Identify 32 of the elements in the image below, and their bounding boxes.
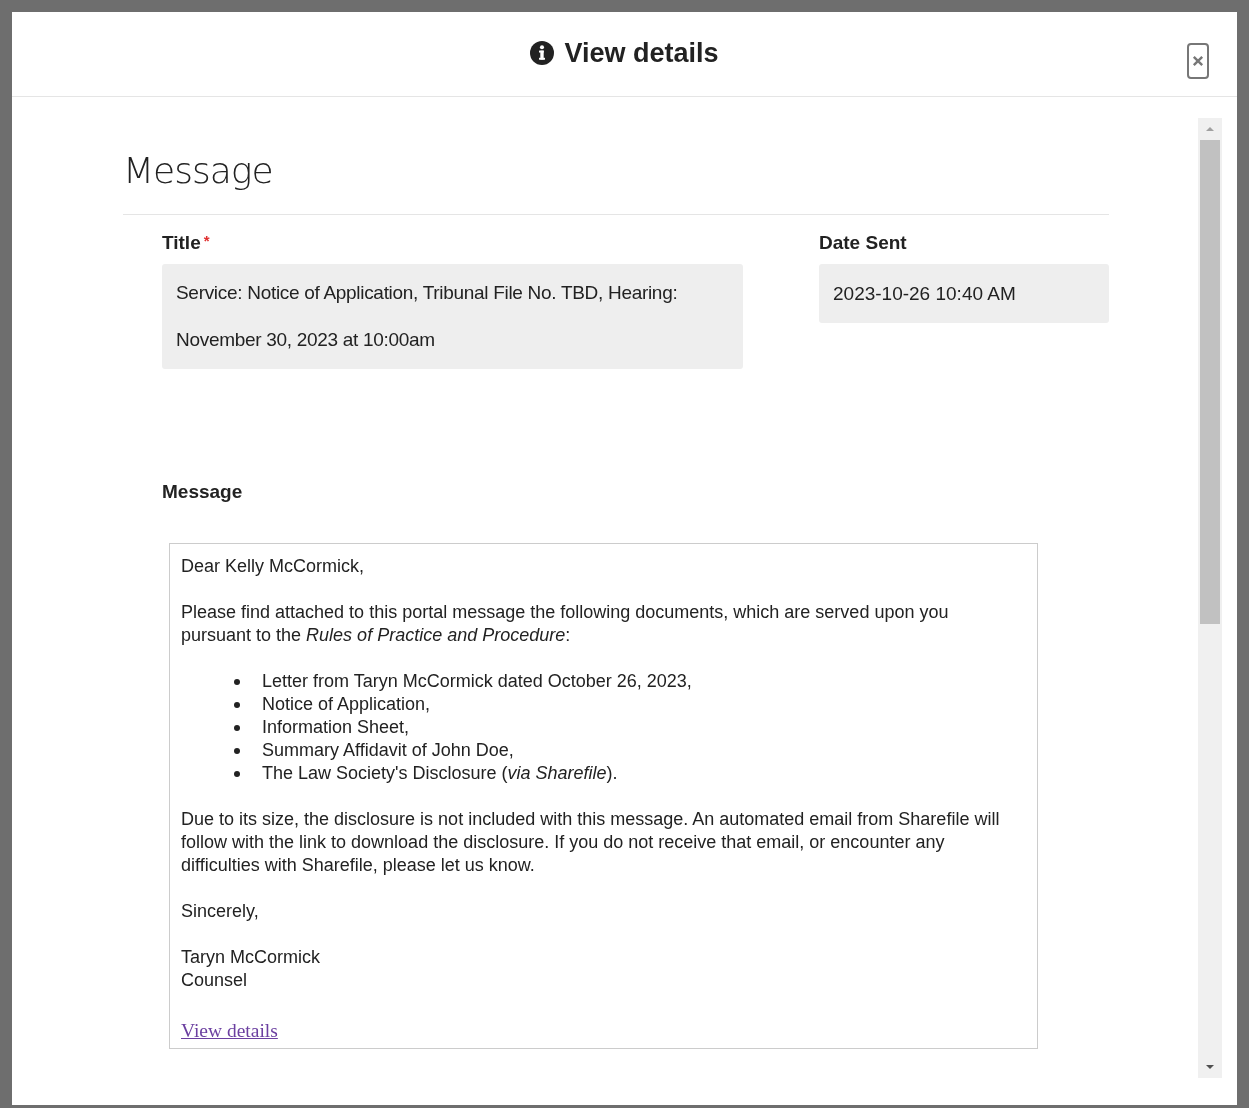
close-icon[interactable] (1192, 55, 1204, 67)
list-item-text: Letter from Taryn McCormick dated October 26, 2023, (262, 670, 692, 693)
bullet-icon (234, 678, 240, 685)
field-label: Date Sent (819, 232, 907, 253)
list-item-text: Summary Affidavit of John Doe, (262, 739, 514, 762)
bullet-icon (234, 747, 240, 754)
required-mark: * (203, 232, 210, 249)
view-details-link[interactable]: View details (181, 1020, 278, 1041)
scroll-down-icon[interactable] (1205, 1064, 1215, 1070)
close-button[interactable] (1187, 43, 1209, 79)
readonly-field: 2023-10-26 10:40 AM (819, 264, 1109, 323)
list-item-text: Notice of Application, (262, 693, 431, 716)
scrollbar[interactable] (1198, 118, 1222, 1078)
list-item-text: Information Sheet, (262, 716, 410, 739)
closing-text: Sincerely, (181, 900, 260, 923)
greeting-text: Dear Kelly McCormick, (181, 555, 366, 578)
bullet-icon (234, 701, 240, 708)
info-icon (530, 41, 555, 65)
signature-text: Taryn McCormick (181, 946, 321, 969)
field-label: Message (162, 481, 244, 503)
section-heading: Message (123, 150, 274, 191)
bullet-icon (234, 724, 240, 731)
bullet-icon (234, 770, 240, 777)
scrollbar-thumb[interactable] (1200, 140, 1220, 624)
paragraph-text: Please find attached to this portal message the following documents, which are served upon you pursuant to the Rules of Practice and Procedure: (181, 601, 950, 647)
readonly-field: Service: Notice of Application, Tribunal File No. TBD, Hearing: November 30, 2023 at 10:00am (162, 264, 743, 369)
signature-text: Counsel (181, 969, 249, 992)
list-item-text: The Law Society's Disclosure (via Sharefile). (262, 762, 618, 785)
field-label: Title (162, 232, 201, 253)
scroll-up-icon[interactable] (1205, 126, 1215, 132)
paragraph-text: Due to its size, the disclosure is not included with this message. An automated email from Sharefile will follow with the link to download the disclosure. If you do not receive that email, or encounter any difficulties with Sharefile, please let us know. (181, 808, 1001, 877)
dialog-title: View details (564, 37, 719, 69)
